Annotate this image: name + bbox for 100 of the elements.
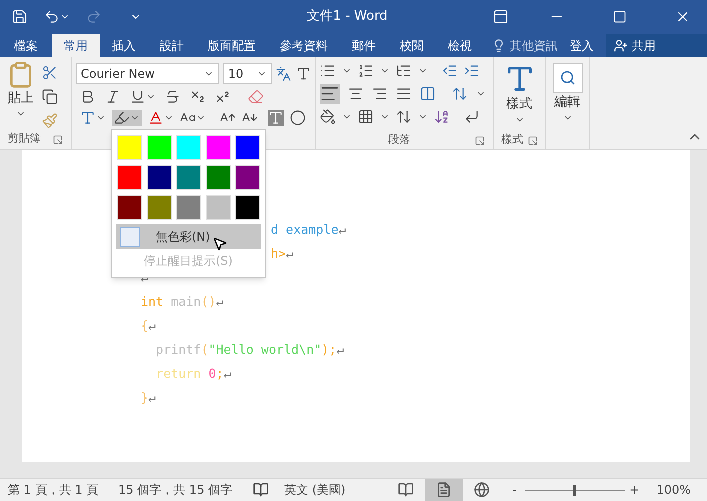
code-token: }: [141, 390, 149, 405]
paste-button[interactable]: 貼上: [4, 61, 38, 130]
code-token: (): [201, 294, 216, 309]
ribbon-tab[interactable]: 檔案: [0, 34, 52, 57]
borders-icon[interactable]: [358, 109, 374, 125]
read-view-icon: [398, 482, 414, 498]
launcher-icon[interactable]: [53, 134, 63, 144]
align-right-icon[interactable]: [372, 86, 388, 102]
highlighter-icon[interactable]: [114, 110, 130, 126]
code-token: 0: [208, 366, 216, 381]
color-swatch[interactable]: [206, 135, 231, 160]
superscript-icon[interactable]: [215, 89, 231, 105]
page-count[interactable]: 第 1 頁，共 1 頁: [8, 481, 99, 499]
paragraph-mark: ↵: [148, 390, 156, 405]
window-title: 文件1 - Word: [306, 8, 389, 26]
launcher-icon[interactable]: [528, 136, 538, 146]
color-swatch[interactable]: [146, 135, 172, 160]
no-color-item[interactable]: 無色彩(N): [116, 224, 261, 249]
color-swatch[interactable]: [117, 195, 142, 220]
color-swatch[interactable]: [235, 165, 260, 190]
show-marks-icon[interactable]: [464, 109, 480, 125]
decrease-indent-icon[interactable]: [442, 63, 458, 79]
zoom-out-button[interactable]: -: [508, 481, 521, 499]
justify-icon[interactable]: [396, 86, 412, 102]
sign-in-link[interactable]: 登入: [566, 34, 598, 57]
group-label: 樣式: [502, 132, 524, 148]
font-name-field[interactable]: Courier New: [76, 63, 220, 84]
code-token: );: [322, 342, 337, 357]
color-swatch[interactable]: [206, 165, 231, 190]
web-view-icon: [474, 482, 490, 498]
strikethrough-icon[interactable]: [165, 89, 181, 105]
undo-icon[interactable]: [44, 9, 60, 25]
align-center-icon[interactable]: [348, 86, 364, 102]
subscript-icon[interactable]: [190, 89, 206, 105]
launcher-icon[interactable]: [475, 136, 485, 146]
ribbon-tab[interactable]: 設計: [148, 34, 196, 57]
paragraph-mark: ↵: [286, 246, 294, 261]
underline-icon[interactable]: [130, 89, 146, 105]
code-token: return: [155, 366, 202, 381]
color-swatch[interactable]: [146, 165, 172, 190]
sort-icon[interactable]: [434, 109, 450, 125]
code-token: {: [141, 318, 149, 333]
phonetic-guide-icon[interactable]: [276, 66, 292, 82]
proofing-icon[interactable]: [252, 482, 269, 498]
copy-icon[interactable]: [42, 89, 58, 105]
cut-icon[interactable]: [42, 65, 58, 81]
save-icon[interactable]: [12, 9, 28, 25]
zoom-in-button[interactable]: +: [628, 481, 641, 499]
color-swatch[interactable]: [146, 195, 172, 220]
group-label: 段落: [388, 132, 410, 148]
font-size-field[interactable]: 10: [223, 63, 272, 84]
ribbon-tab[interactable]: 校閱: [388, 34, 436, 57]
search-icon: [560, 70, 576, 86]
enclose-character-icon[interactable]: [290, 110, 306, 126]
zoom-level[interactable]: 100%: [656, 481, 691, 499]
share-button[interactable]: 共用: [606, 34, 707, 57]
code-token: "Hello world\n": [208, 342, 322, 357]
increase-indent-icon[interactable]: [464, 63, 480, 79]
print-view-button[interactable]: [424, 478, 463, 501]
line-spacing-icon[interactable]: [452, 86, 468, 102]
lightbulb-icon[interactable]: [492, 38, 506, 52]
italic-icon[interactable]: [105, 89, 121, 105]
maximize-icon[interactable]: [613, 10, 627, 24]
color-swatch[interactable]: [235, 195, 260, 220]
color-swatch[interactable]: [176, 195, 202, 220]
styles-button[interactable]: 樣式: [504, 63, 536, 124]
paragraph-mark: ↵: [148, 318, 156, 333]
color-swatch[interactable]: [176, 135, 202, 160]
code-token: int: [141, 294, 164, 309]
shading-icon[interactable]: [320, 109, 336, 125]
color-swatch[interactable]: [117, 135, 142, 160]
ribbon-tab[interactable]: 插入: [100, 34, 148, 57]
word-count[interactable]: 15 個字，共 15 個字: [118, 481, 233, 499]
ribbon-tab[interactable]: 版面配置: [196, 34, 268, 57]
ribbon-tab[interactable]: 檢視: [436, 34, 484, 57]
paragraph-mark: ↵: [216, 294, 224, 309]
color-swatch[interactable]: [176, 165, 202, 190]
code-token: h>: [271, 246, 286, 261]
language-status[interactable]: 英文 (美國): [284, 481, 346, 499]
user-add-icon: [614, 38, 628, 52]
paragraph-mark: ↵: [224, 366, 232, 381]
ribbon-tab[interactable]: 參考資料: [268, 34, 340, 57]
print-view-icon: [436, 482, 452, 498]
ribbon-tab[interactable]: 郵件: [340, 34, 388, 57]
code-token: d example: [271, 222, 339, 237]
character-border-icon[interactable]: [296, 66, 312, 82]
text-effects-icon[interactable]: [80, 110, 96, 126]
color-swatch[interactable]: [117, 165, 142, 190]
zoom-slider[interactable]: [524, 484, 625, 496]
multilevel-list-icon[interactable]: [396, 63, 412, 79]
align-left-icon[interactable]: [320, 84, 340, 104]
ribbon-options-icon[interactable]: [493, 9, 509, 25]
numbering-icon[interactable]: [358, 63, 374, 79]
eraser-icon[interactable]: [248, 89, 264, 105]
character-shading-icon[interactable]: [268, 110, 284, 126]
tell-me-link[interactable]: 其他資訊: [510, 36, 558, 54]
color-swatch[interactable]: [206, 195, 231, 220]
font-color-icon[interactable]: [148, 110, 164, 126]
color-swatch[interactable]: [235, 135, 260, 160]
ribbon-tab[interactable]: 常用: [52, 34, 100, 57]
